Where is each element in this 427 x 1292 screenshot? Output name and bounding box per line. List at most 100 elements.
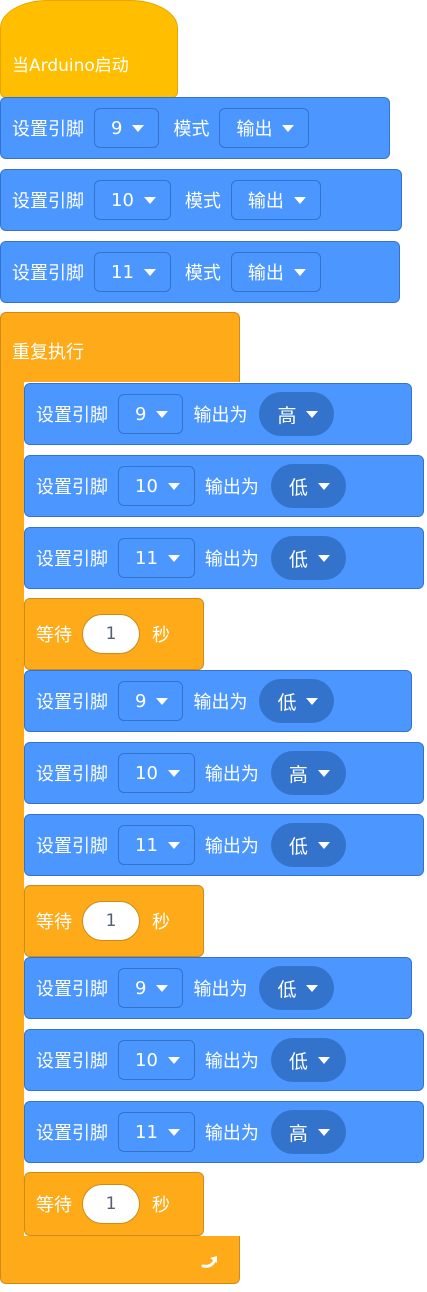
pin-dropdown[interactable]: 9 bbox=[118, 681, 184, 721]
triangle-down-icon bbox=[167, 554, 180, 562]
wait-duration-input[interactable]: 1 bbox=[82, 901, 140, 941]
pin-dropdown[interactable]: 9 bbox=[118, 394, 184, 434]
pin-value: 11 bbox=[135, 1121, 158, 1143]
output-label: 输出为 bbox=[204, 1123, 259, 1144]
level-value: 低 bbox=[288, 835, 308, 858]
level-value: 低 bbox=[288, 1050, 308, 1073]
level-dropdown[interactable]: 低 bbox=[259, 966, 335, 1010]
triangle-down-icon bbox=[317, 1128, 330, 1136]
triangle-down-icon bbox=[143, 268, 156, 276]
mode-dropdown[interactable]: 输出 bbox=[219, 108, 310, 148]
pin-dropdown[interactable]: 10 bbox=[118, 466, 195, 506]
digital-write-block[interactable]: 设置引脚 11 输出为 低 bbox=[24, 527, 424, 589]
pin-value: 11 bbox=[135, 547, 158, 569]
pin-dropdown[interactable]: 11 bbox=[118, 538, 195, 578]
triangle-down-icon bbox=[156, 697, 169, 705]
output-label: 输出为 bbox=[204, 764, 259, 785]
wait-unit: 秒 bbox=[152, 912, 170, 933]
block-label: 设置引脚 bbox=[36, 549, 108, 570]
triangle-down-icon bbox=[317, 482, 330, 490]
triangle-down-icon bbox=[167, 1056, 180, 1064]
triangle-down-icon bbox=[317, 1056, 330, 1064]
block-label: 设置引脚 bbox=[36, 836, 108, 857]
pin-dropdown[interactable]: 11 bbox=[118, 825, 195, 865]
set-pin-mode-block[interactable]: 设置引脚 11 模式 输出 bbox=[0, 241, 400, 303]
mode-dropdown[interactable]: 输出 bbox=[230, 252, 321, 292]
digital-write-block[interactable]: 设置引脚 10 输出为 高 bbox=[24, 742, 424, 804]
triangle-down-icon bbox=[167, 1128, 180, 1136]
triangle-down-icon bbox=[306, 984, 319, 992]
pin-dropdown[interactable]: 9 bbox=[118, 968, 184, 1008]
triangle-down-icon bbox=[167, 482, 180, 490]
forever-loop-block[interactable]: 重复执行 bbox=[0, 312, 240, 382]
triangle-down-icon bbox=[317, 554, 330, 562]
digital-write-block[interactable]: 设置引脚 10 输出为 低 bbox=[24, 1029, 424, 1091]
pin-value: 9 bbox=[135, 690, 147, 712]
mode-label: 模式 bbox=[184, 263, 221, 284]
output-label: 输出为 bbox=[204, 836, 259, 857]
triangle-down-icon bbox=[156, 410, 169, 418]
triangle-down-icon bbox=[293, 196, 306, 204]
level-dropdown[interactable]: 低 bbox=[270, 536, 346, 580]
pin-dropdown[interactable]: 10 bbox=[94, 180, 171, 220]
triangle-down-icon bbox=[167, 841, 180, 849]
level-dropdown[interactable]: 高 bbox=[270, 1110, 346, 1154]
triangle-down-icon bbox=[317, 769, 330, 777]
triangle-down-icon bbox=[317, 841, 330, 849]
set-pin-mode-block[interactable]: 设置引脚 9 模式 输出 bbox=[0, 97, 390, 159]
digital-write-block[interactable]: 设置引脚 9 输出为 高 bbox=[24, 383, 412, 445]
pin-dropdown[interactable]: 10 bbox=[118, 753, 195, 793]
mode-value: 输出 bbox=[247, 191, 284, 212]
triangle-down-icon bbox=[156, 984, 169, 992]
block-label: 设置引脚 bbox=[12, 119, 84, 140]
pin-dropdown[interactable]: 11 bbox=[94, 252, 171, 292]
wait-duration-input[interactable]: 1 bbox=[82, 1184, 140, 1224]
triangle-down-icon bbox=[143, 196, 156, 204]
pin-dropdown[interactable]: 11 bbox=[118, 1112, 195, 1152]
pin-value: 11 bbox=[111, 261, 134, 283]
set-pin-mode-block[interactable]: 设置引脚 10 模式 输出 bbox=[0, 169, 402, 231]
wait-label: 等待 bbox=[36, 625, 72, 646]
output-label: 输出为 bbox=[193, 979, 248, 1000]
loop-label: 重复执行 bbox=[12, 342, 84, 363]
level-dropdown[interactable]: 高 bbox=[259, 392, 335, 436]
wait-seconds-block[interactable]: 等待 1 秒 bbox=[24, 885, 204, 957]
level-dropdown[interactable]: 低 bbox=[270, 823, 346, 867]
wait-label: 等待 bbox=[36, 912, 72, 933]
output-label: 输出为 bbox=[204, 1051, 259, 1072]
wait-duration-input[interactable]: 1 bbox=[82, 614, 140, 654]
block-label: 设置引脚 bbox=[36, 764, 108, 785]
level-dropdown[interactable]: 低 bbox=[270, 464, 346, 508]
level-value: 低 bbox=[277, 691, 297, 714]
block-label: 设置引脚 bbox=[36, 1051, 108, 1072]
level-value: 高 bbox=[288, 763, 308, 786]
output-label: 输出为 bbox=[193, 405, 248, 426]
level-value: 高 bbox=[277, 404, 297, 427]
loop-footer bbox=[0, 1236, 240, 1284]
digital-write-block[interactable]: 设置引脚 9 输出为 低 bbox=[24, 670, 412, 732]
pin-dropdown[interactable]: 10 bbox=[118, 1040, 195, 1080]
mode-dropdown[interactable]: 输出 bbox=[230, 180, 321, 220]
triangle-down-icon bbox=[167, 769, 180, 777]
when-arduino-starts-block[interactable]: 当Arduino启动 bbox=[0, 0, 178, 98]
block-label: 设置引脚 bbox=[36, 1123, 108, 1144]
triangle-down-icon bbox=[306, 697, 319, 705]
level-dropdown[interactable]: 低 bbox=[259, 679, 335, 723]
digital-write-block[interactable]: 设置引脚 11 输出为 高 bbox=[24, 1101, 424, 1163]
digital-write-block[interactable]: 设置引脚 9 输出为 低 bbox=[24, 957, 412, 1019]
block-label: 设置引脚 bbox=[36, 405, 108, 426]
block-label: 设置引脚 bbox=[36, 477, 108, 498]
pin-value: 10 bbox=[135, 475, 158, 497]
wait-seconds-block[interactable]: 等待 1 秒 bbox=[24, 1172, 204, 1236]
digital-write-block[interactable]: 设置引脚 11 输出为 低 bbox=[24, 814, 424, 876]
loop-arrow-icon bbox=[201, 1256, 217, 1268]
pin-dropdown[interactable]: 9 bbox=[94, 108, 160, 148]
level-value: 高 bbox=[288, 1122, 308, 1145]
level-dropdown[interactable]: 高 bbox=[270, 751, 346, 795]
level-dropdown[interactable]: 低 bbox=[270, 1038, 346, 1082]
output-label: 输出为 bbox=[193, 692, 248, 713]
pin-value: 10 bbox=[135, 762, 158, 784]
event-label: 当Arduino启动 bbox=[12, 56, 129, 76]
wait-seconds-block[interactable]: 等待 1 秒 bbox=[24, 598, 204, 670]
digital-write-block[interactable]: 设置引脚 10 输出为 低 bbox=[24, 455, 424, 517]
